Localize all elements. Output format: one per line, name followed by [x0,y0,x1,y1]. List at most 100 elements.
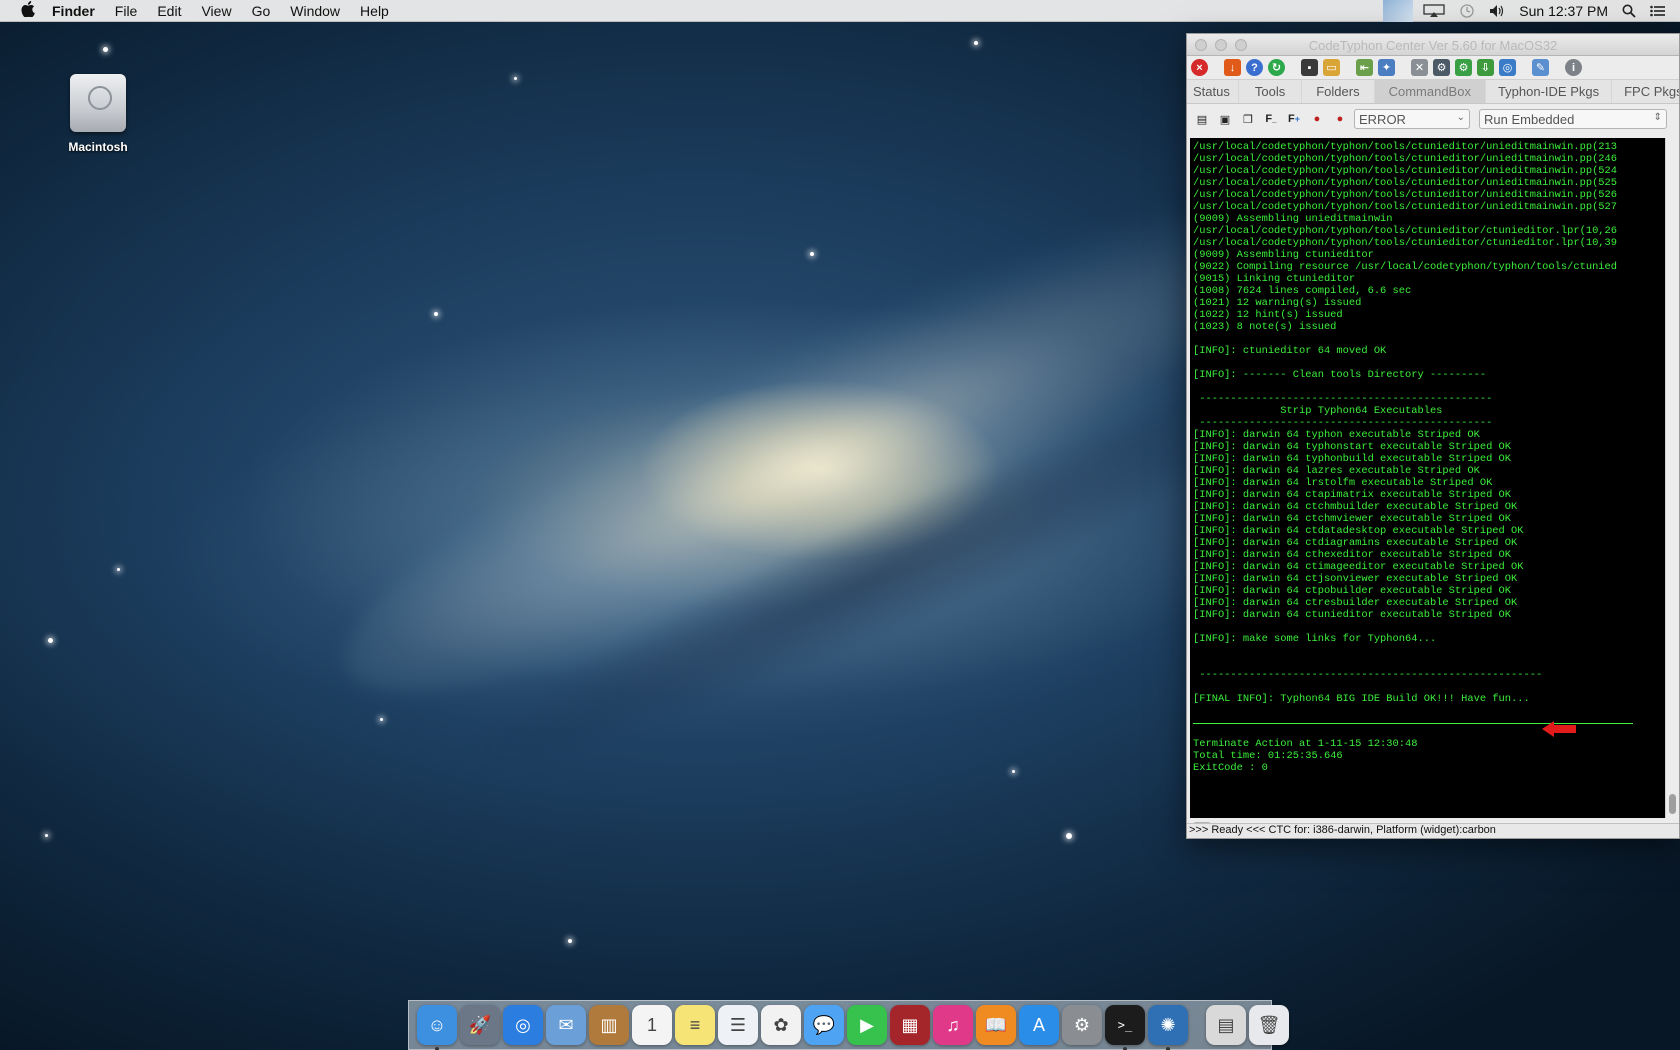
tab-typhon-ide-pkgs[interactable]: Typhon-IDE Pkgs [1486,80,1613,103]
console-line: [INFO]: darwin 64 lrstolfm executable St… [1193,477,1493,489]
info-icon[interactable]: i [1565,59,1582,76]
gear-icon[interactable]: ⚙ [1455,59,1472,76]
star [568,939,572,943]
console-line: [INFO]: darwin 64 ctapimatrix executable… [1193,489,1512,501]
grid-icon[interactable]: ◎ [1499,59,1516,76]
volume-icon[interactable] [1489,4,1505,18]
console-line: [FINAL INFO]: Typhon64 BIG IDE Build OK!… [1193,693,1530,705]
console-line: [INFO]: darwin 64 ctresbuilder executabl… [1193,597,1518,609]
trash-icon[interactable]: 🗑 [1249,1005,1289,1045]
display-thumbnail-icon[interactable] [1383,0,1414,22]
folder-icon[interactable]: ▭ [1323,59,1340,76]
console-output[interactable]: /usr/local/codetyphon/typhon/tools/ctuni… [1190,138,1667,818]
contacts-icon[interactable]: ▥ [589,1005,629,1045]
scroll-thumb[interactable] [1669,794,1676,814]
calendar-icon[interactable]: 1 [632,1005,672,1045]
airplay-icon[interactable] [1423,4,1445,18]
spotlight-icon[interactable] [1622,4,1636,18]
tab-tools[interactable]: Tools [1239,80,1303,103]
tab-status[interactable]: Status [1187,80,1239,103]
safari-icon[interactable]: ◎ [503,1005,543,1045]
console-line: [INFO]: darwin 64 ctpobuilder executable… [1193,585,1512,597]
updown-chevron-icon: ⇕ [1653,112,1662,123]
ibooks-glyph: 📖 [984,1014,1008,1035]
notification-center-icon[interactable] [1650,5,1666,17]
menu-view[interactable]: View [201,3,231,19]
terminal-icon[interactable]: >_ [1105,1005,1145,1050]
menu-bar: Finder File Edit View Go Window Help Sun… [0,0,1680,22]
terminal-icon[interactable]: ▪ [1301,59,1318,76]
menubar-clock[interactable]: Sun 12:37 PM [1519,3,1608,19]
notes-icon[interactable]: ≡ [675,1005,715,1045]
messages-icon[interactable]: 💬 [804,1005,844,1045]
tab-bar: Status Tools Folders CommandBox Typhon-I… [1187,80,1679,104]
facetime-icon[interactable]: ▶ [847,1005,887,1045]
console-line: /usr/local/codetyphon/typhon/tools/ctuni… [1193,165,1618,177]
desktop-icon-macintosh[interactable]: Macintosh [62,74,134,154]
tab-fpc-pkgs[interactable]: FPC Pkgs [1612,80,1679,103]
tools-icon[interactable]: ✕ [1411,59,1428,76]
launchpad-icon[interactable]: 🚀 [460,1005,500,1045]
red-arrow-icon [1542,721,1576,737]
console-line: [INFO]: darwin 64 ctunieditor executable… [1193,609,1512,621]
menu-file[interactable]: File [115,3,138,19]
tab-folders[interactable]: Folders [1302,80,1375,103]
reminders-icon[interactable]: ☰ [718,1005,758,1045]
filter-down-icon[interactable]: ● [1308,110,1326,128]
tab-commandbox[interactable]: CommandBox [1374,80,1486,103]
apple-menu-icon[interactable] [18,0,38,21]
itunes-icon[interactable]: ♫ [933,1005,973,1045]
mode-select[interactable]: Run Embedded ⇕ [1479,109,1667,129]
ibooks-icon[interactable]: 📖 [976,1005,1016,1045]
settings-icon[interactable]: ✦ [1378,59,1395,76]
menu-app-name[interactable]: Finder [52,3,95,19]
menu-go[interactable]: Go [252,3,271,19]
mail-icon[interactable]: ✉ [546,1005,586,1045]
filter-select[interactable]: ERROR ⌄ [1354,109,1470,129]
save-log-icon[interactable]: ▤ [1193,110,1211,128]
trash-glyph: 🗑 [1257,1014,1281,1035]
copy-icon[interactable]: ❐ [1239,110,1257,128]
codetyphon-icon[interactable]: ✺ [1148,1005,1188,1050]
copy-log-icon[interactable]: ▣ [1216,110,1234,128]
photo-booth-icon[interactable]: ▦ [890,1005,930,1045]
star [974,41,978,45]
finder-icon[interactable]: ☺ [417,1005,457,1050]
system-preferences-icon[interactable]: ⚙ [1062,1005,1102,1045]
refresh-icon[interactable]: ↻ [1268,59,1285,76]
app-store-icon[interactable]: A [1019,1005,1059,1045]
import-icon[interactable]: ⇤ [1356,59,1373,76]
star [45,834,48,837]
font-smaller-icon[interactable]: F _ [1262,110,1280,128]
menu-window[interactable]: Window [290,3,340,19]
time-machine-icon[interactable] [1459,3,1475,19]
dock: ☺ 🚀 ◎ ✉ ▥ 1 ≡ ☰ ✿ 💬 ▶ ▦ ♫ 📖 A ⚙ >_ ✺ ▤ 🗑 [408,1000,1289,1050]
help-icon[interactable]: ? [1246,59,1263,76]
console-line: [INFO]: darwin 64 typhonbuild executable… [1193,453,1512,465]
console-footer-line: Total time: 01:25:35.646 [1193,750,1343,762]
menu-edit[interactable]: Edit [157,3,181,19]
edit-icon[interactable]: ✎ [1532,59,1549,76]
menu-help[interactable]: Help [360,3,389,19]
desktop-icon-label: Macintosh [68,140,128,154]
filter-up-icon[interactable]: ● [1331,110,1349,128]
stop-icon[interactable]: × [1191,59,1208,76]
console-line: Strip Typhon64 Executables [1193,405,1443,417]
hard-drive-icon [70,74,126,132]
font-larger-icon[interactable]: F + [1285,110,1303,128]
window-titlebar[interactable]: CodeTyphon Center Ver 5.60 for MacOS32 [1187,34,1679,56]
documents-stack-icon[interactable]: ▤ [1206,1005,1246,1045]
facetime-glyph: ▶ [860,1014,874,1035]
photos-icon[interactable]: ✿ [761,1005,801,1045]
build-icon[interactable]: ⇩ [1477,59,1494,76]
console-footer-line: Terminate Action at 1-11-15 12:30:48 [1193,738,1418,750]
download-icon[interactable]: ↓ [1224,59,1241,76]
commandbox-toolbar: ▤ ▣ ❐ F _ F + ● ● ERROR ⌄ Run Embedded ⇕ [1187,104,1679,134]
console-vertical-scrollbar[interactable] [1665,138,1679,818]
window-title: CodeTyphon Center Ver 5.60 for MacOS32 [1308,38,1558,53]
components-icon[interactable]: ⚙ [1433,59,1450,76]
console-line: (9015) Linking ctunieditor [1193,273,1356,285]
console-line: ----------------------------------------… [1193,669,1543,681]
